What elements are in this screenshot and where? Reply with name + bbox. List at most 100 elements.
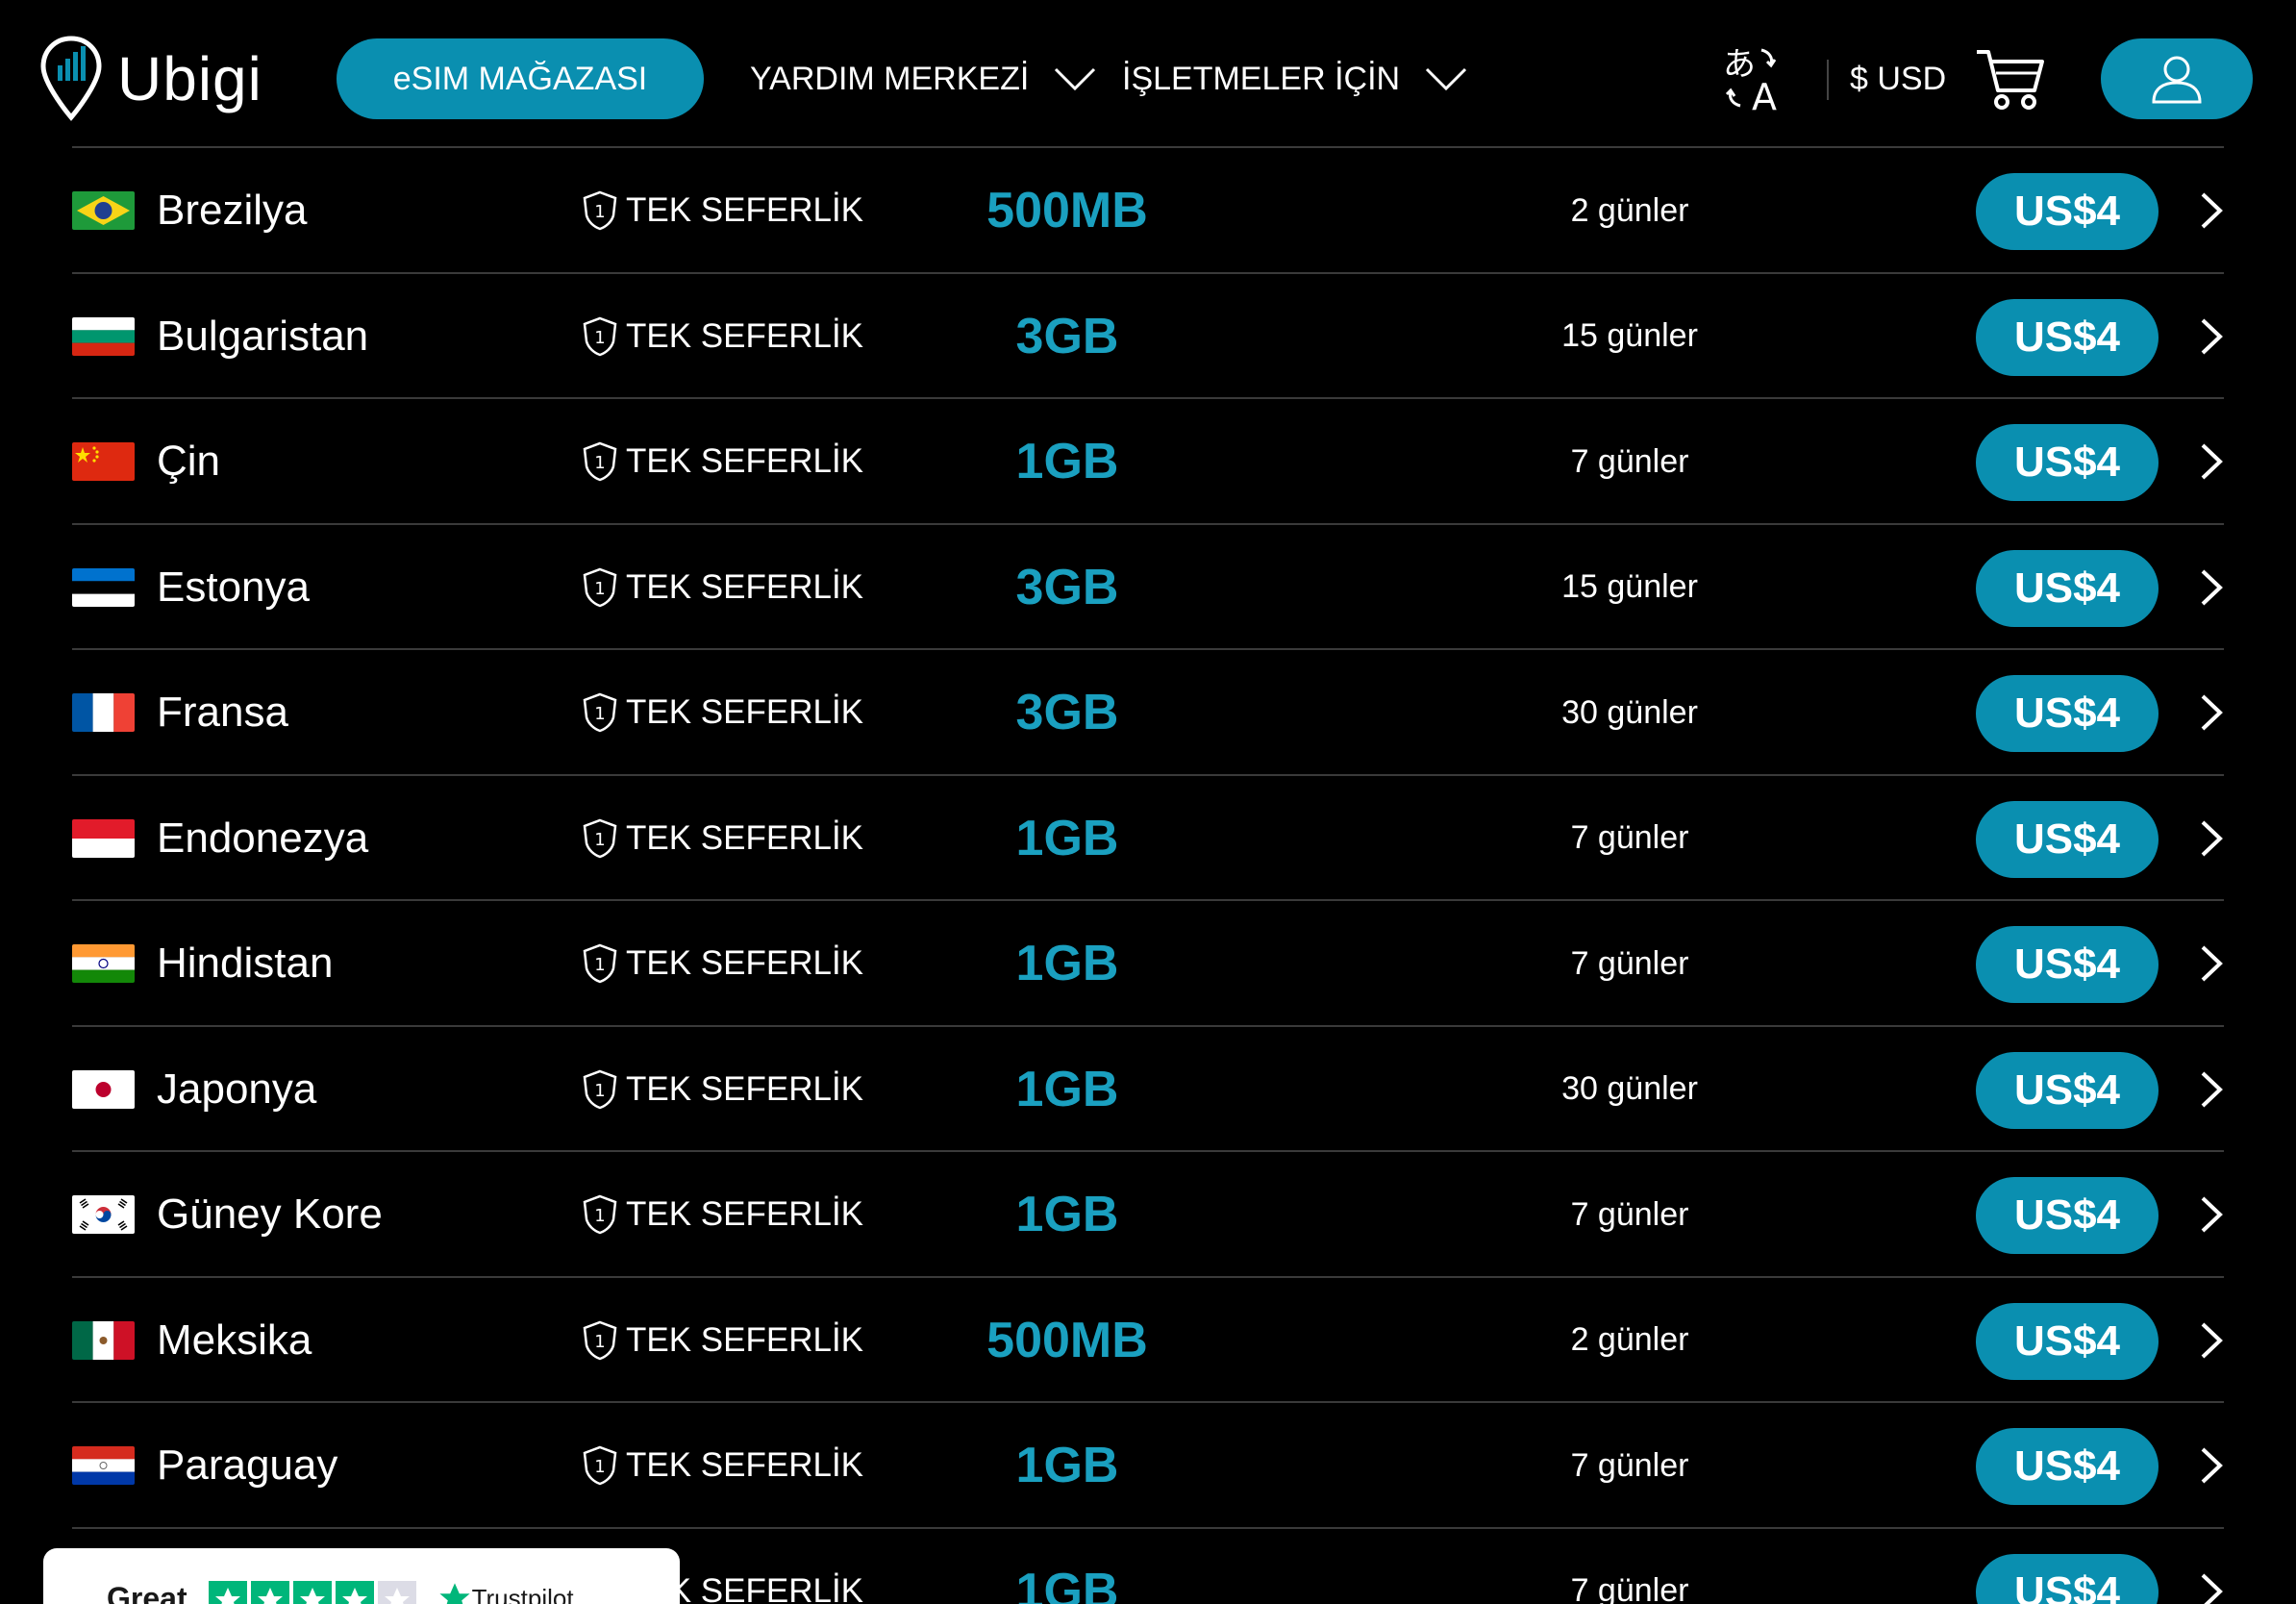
- validity-days: 7 günler: [1570, 442, 1689, 480]
- price-button[interactable]: US$4: [1976, 1177, 2159, 1254]
- indonesia-flag-icon: [72, 818, 135, 858]
- trustpilot-rating-label: Great: [107, 1581, 187, 1604]
- plan-row[interactable]: Estonya 1 TEK SEFERLİK 3GB 15 günler US$…: [72, 522, 2226, 649]
- star-empty-icon: [377, 1581, 416, 1604]
- country-name: Paraguay: [157, 1441, 338, 1489]
- price-button[interactable]: US$4: [1976, 800, 2159, 878]
- location-pin-icon: [40, 36, 102, 121]
- chevron-right-icon[interactable]: [2197, 190, 2226, 231]
- price-button[interactable]: US$4: [1976, 1302, 2159, 1380]
- price-button[interactable]: US$4: [1976, 1051, 2159, 1129]
- plan-type-label: TEK SEFERLİK: [626, 818, 864, 857]
- plan-row[interactable]: Güney Kore 1 TEK SEFERLİK 1GB 7 günler U…: [72, 1150, 2224, 1276]
- svg-text:1: 1: [594, 1081, 605, 1101]
- country-name: Bulgaristan: [157, 312, 369, 360]
- plan-row[interactable]: Fransa 1 TEK SEFERLİK 3GB 30 günler US$4: [72, 648, 2224, 774]
- trustpilot-brand: Trustpilot: [437, 1581, 574, 1604]
- price-button[interactable]: US$4: [1976, 549, 2159, 627]
- validity-days: 2 günler: [1570, 1321, 1689, 1358]
- svg-text:1: 1: [594, 328, 605, 348]
- data-amount: 3GB: [1015, 685, 1119, 740]
- price-button[interactable]: US$4: [1976, 926, 2159, 1003]
- price-button[interactable]: US$4: [1976, 1553, 2159, 1604]
- cart-icon[interactable]: [1975, 46, 2046, 118]
- chevron-right-icon[interactable]: [2197, 692, 2226, 733]
- validity-days: 15 günler: [1561, 568, 1698, 605]
- validity-days: 7 günler: [1570, 1572, 1689, 1604]
- data-amount: 500MB: [986, 183, 1148, 238]
- shield-one-icon: 1: [583, 1320, 617, 1360]
- validity-days: 7 günler: [1570, 1446, 1689, 1484]
- chevron-right-icon[interactable]: [2197, 567, 2226, 608]
- plan-type-label: TEK SEFERLİK: [626, 1069, 864, 1108]
- shield-one-icon: 1: [583, 567, 617, 607]
- chevron-right-icon[interactable]: [2197, 1320, 2226, 1361]
- trustpilot-widget[interactable]: Great Trustpilot: [43, 1548, 680, 1604]
- validity-days: 7 günler: [1570, 1195, 1689, 1233]
- data-amount: 1GB: [1015, 810, 1119, 866]
- divider: [1827, 60, 1829, 100]
- shield-one-icon: 1: [583, 692, 617, 733]
- plan-type: 1 TEK SEFERLİK: [582, 650, 863, 775]
- country-name: Güney Kore: [157, 1190, 383, 1238]
- shield-one-icon: 1: [583, 441, 617, 482]
- business-dropdown[interactable]: İŞLETMELER İÇİN: [1122, 38, 1467, 119]
- shield-one-icon: 1: [583, 943, 617, 984]
- language-icon[interactable]: あ A: [1719, 42, 1790, 118]
- account-button[interactable]: [2101, 38, 2253, 119]
- currency-selector[interactable]: $ USD: [1850, 38, 1946, 119]
- business-label: İŞLETMELER İÇİN: [1122, 60, 1401, 97]
- mexico-flag-icon: [72, 1320, 135, 1360]
- plan-type: 1 TEK SEFERLİK: [582, 274, 863, 399]
- price-button[interactable]: US$4: [1976, 675, 2159, 752]
- price-button[interactable]: US$4: [1976, 424, 2159, 501]
- japan-flag-icon: [72, 1069, 135, 1109]
- plan-row[interactable]: Meksika 1 TEK SEFERLİK 500MB 2 günler US…: [72, 1275, 2226, 1402]
- plan-row[interactable]: Brezilya 1 TEK SEFERLİK 500MB 2 günler U…: [72, 146, 2224, 272]
- validity-days: 7 günler: [1570, 819, 1689, 856]
- plan-type-label: TEK SEFERLİK: [626, 1446, 864, 1484]
- country-name: Brezilya: [157, 187, 308, 234]
- chevron-right-icon[interactable]: [2197, 1194, 2226, 1235]
- chevron-right-icon[interactable]: [2197, 441, 2226, 482]
- shield-one-icon: 1: [583, 190, 617, 231]
- trustpilot-brand-label: Trustpilot: [471, 1583, 574, 1604]
- chevron-right-icon[interactable]: [2197, 943, 2226, 984]
- plan-type-label: TEK SEFERLİK: [626, 191, 864, 229]
- paraguay-flag-icon: [72, 1446, 135, 1485]
- price-button[interactable]: US$4: [1976, 1428, 2159, 1505]
- price-button[interactable]: US$4: [1976, 173, 2159, 250]
- star-icon: [250, 1581, 289, 1604]
- plan-row[interactable]: Endonezya 1 TEK SEFERLİK 1GB 7 günler US…: [72, 773, 2226, 900]
- data-amount: 1GB: [1015, 1187, 1119, 1242]
- plan-type-label: TEK SEFERLİK: [626, 1195, 864, 1233]
- esim-store-button[interactable]: eSIM MAĞAZASI: [337, 38, 704, 119]
- plan-type: 1 TEK SEFERLİK: [582, 1152, 863, 1277]
- chevron-right-icon[interactable]: [2197, 1069, 2226, 1110]
- plan-row[interactable]: Bulgaristan 1 TEK SEFERLİK 3GB 15 günler…: [72, 271, 2226, 399]
- validity-days: 15 günler: [1561, 317, 1698, 354]
- china-flag-icon: [72, 442, 135, 481]
- country-name: Fransa: [157, 689, 288, 736]
- svg-text:1: 1: [594, 1457, 605, 1477]
- plan-row[interactable]: Paraguay 1 TEK SEFERLİK 1GB 7 günler US$…: [72, 1401, 2224, 1527]
- chevron-right-icon[interactable]: [2197, 1571, 2226, 1604]
- help-center-dropdown[interactable]: YARDIM MERKEZİ: [750, 38, 1096, 119]
- plan-row[interactable]: Hindistan 1 TEK SEFERLİK 1GB 7 günler US…: [72, 899, 2224, 1025]
- ubigi-logo[interactable]: Ubigi: [38, 35, 262, 123]
- chevron-right-icon[interactable]: [2197, 316, 2226, 357]
- country-name: Meksika: [157, 1316, 312, 1364]
- shield-one-icon: 1: [583, 316, 617, 356]
- svg-text:1: 1: [594, 202, 605, 222]
- svg-text:1: 1: [594, 1206, 605, 1226]
- chevron-right-icon[interactable]: [2197, 1445, 2226, 1486]
- chevron-right-icon[interactable]: [2197, 818, 2226, 859]
- svg-text:あ: あ: [1723, 45, 1756, 84]
- plan-row[interactable]: Japonya 1 TEK SEFERLİK 1GB 30 günler US$…: [72, 1024, 2226, 1151]
- price-button[interactable]: US$4: [1976, 298, 2159, 376]
- plan-row[interactable]: Çin 1 TEK SEFERLİK 1GB 7 günler US$4: [72, 397, 2224, 523]
- chevron-down-icon: [1426, 67, 1467, 91]
- shield-one-icon: 1: [583, 1069, 617, 1109]
- svg-text:1: 1: [594, 1332, 605, 1352]
- data-amount: 500MB: [986, 1312, 1148, 1368]
